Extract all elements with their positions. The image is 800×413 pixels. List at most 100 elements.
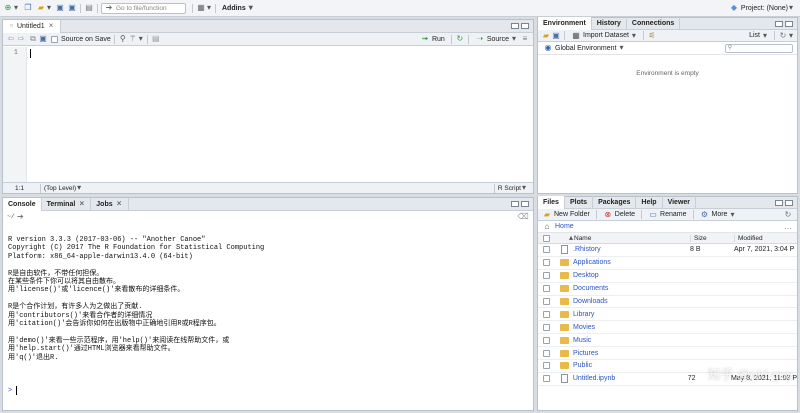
file-row[interactable]: Library [538,308,797,322]
file-name[interactable]: Pictures [573,350,686,357]
file-row[interactable]: Movies [538,321,797,335]
load-workspace-icon[interactable]: ▰ [541,31,551,41]
tab-plots[interactable]: Plots [565,196,594,209]
goto-file-input[interactable]: ➔ Go to file/function [101,2,186,14]
save-all-icon[interactable]: ▣ [67,3,77,13]
minimize-icon[interactable] [775,20,783,27]
file-row[interactable]: Documents [538,283,797,296]
save-icon[interactable]: ▣ [38,34,48,44]
console-output[interactable]: R version 3.3.3 (2017-03-06) -- "Another… [3,222,533,362]
tab-console[interactable]: Console [3,197,42,211]
environment-search-input[interactable]: ⚲ [725,43,793,53]
run-button[interactable]: ➟ Run [417,34,448,44]
rename-button[interactable]: ▭ Rename [645,210,689,220]
file-checkbox[interactable] [543,246,550,254]
maximize-icon[interactable] [785,199,793,206]
close-tab-icon[interactable]: × [78,199,85,209]
tab-terminal[interactable]: Terminal × [42,197,92,211]
file-row[interactable]: Pictures [538,347,797,361]
tab-files[interactable]: Files [538,196,565,209]
tab-untitled1[interactable]: ▫ Untitled1 × [3,19,61,33]
tab-help[interactable]: Help [636,196,663,209]
pane-window-controls[interactable] [775,199,793,206]
file-name[interactable]: Library [573,311,686,318]
maximize-icon[interactable] [521,201,529,207]
go-to-directory-icon[interactable]: ➔ [17,212,24,222]
file-name[interactable]: Untitled.ipynb [573,375,685,382]
refresh-icon[interactable]: ↻ [783,210,793,220]
file-checkbox[interactable] [543,375,550,383]
dropdown-arrow-icon[interactable]: ▾ [46,3,52,13]
dropdown-arrow-icon[interactable]: ▾ [13,3,19,13]
file-row[interactable]: .Rhistory 8 B Apr 7, 2021, 3:04 P [538,244,797,257]
file-checkbox[interactable] [543,272,550,280]
select-all-checkbox[interactable] [543,234,550,242]
project-menu[interactable]: ◆ Project: (None) ▾ [729,3,794,13]
source-on-save-checkbox[interactable] [51,35,58,43]
new-folder-button[interactable]: ▰ New Folder [539,210,593,220]
file-row[interactable]: Music [538,334,797,348]
pane-window-controls[interactable] [511,23,529,29]
file-name[interactable]: Applications [573,259,686,266]
file-checkbox[interactable] [543,362,550,370]
tab-packages[interactable]: Packages [593,196,637,209]
file-name[interactable]: Documents [573,285,686,292]
global-environment-selector[interactable]: ◉ Global Environment ▾ [540,43,627,53]
scope-selector[interactable]: (Top Level) [44,185,76,192]
pane-window-controls[interactable] [511,201,529,207]
pane-window-controls[interactable] [775,20,793,27]
compile-report-icon[interactable]: ▤ [151,34,161,44]
rerun-icon[interactable]: ↻ [455,34,465,44]
maximize-icon[interactable] [785,20,793,27]
file-type-selector[interactable]: R Script [498,185,521,192]
print-icon[interactable]: ▤ [84,3,94,13]
back-arrow-icon[interactable]: ⇦ [6,34,16,44]
delete-button[interactable]: ⊗ Delete [600,210,638,220]
home-icon[interactable]: ⌂ [542,222,552,232]
file-checkbox[interactable] [543,285,550,293]
chevron-down-icon[interactable]: ▾ [138,34,144,44]
column-size[interactable]: Size [690,234,734,242]
column-name[interactable]: Name [574,235,690,242]
forward-arrow-icon[interactable]: ⇨ [16,34,26,44]
chevron-down-icon[interactable]: ▾ [521,183,527,193]
close-tab-icon[interactable]: × [48,21,55,31]
ellipsis-icon[interactable]: … [783,222,793,232]
close-tab-icon[interactable]: × [116,199,123,209]
tab-viewer[interactable]: Viewer [663,196,697,209]
file-row[interactable]: Desktop [538,270,797,283]
save-icon[interactable]: ▣ [55,3,65,13]
show-in-window-icon[interactable]: ⧉ [28,34,38,44]
chevron-down-icon[interactable]: ▾ [76,183,82,193]
list-view-selector[interactable]: List ▾ [746,31,771,41]
tab-jobs[interactable]: Jobs × [91,197,129,211]
new-file-icon[interactable]: ⊕ [3,3,13,13]
file-name[interactable]: Music [573,337,686,344]
tab-history[interactable]: History [592,17,627,30]
minimize-icon[interactable] [511,23,519,29]
tab-environment[interactable]: Environment [538,17,592,30]
outline-icon[interactable]: ≡ [520,34,530,44]
wand-icon[interactable]: ⚚ [128,34,138,44]
new-project-icon[interactable]: ❐ [23,3,33,13]
breadcrumb-home[interactable]: Home [555,223,574,230]
refresh-icon[interactable]: ↻ [778,31,788,41]
file-name[interactable]: Downloads [573,298,686,305]
console-input-line[interactable]: > [8,386,18,395]
dropdown-arrow-icon[interactable]: ▾ [206,3,212,13]
minimize-icon[interactable] [511,201,519,207]
minimize-icon[interactable] [775,199,783,206]
file-name[interactable]: Public [573,362,686,369]
file-checkbox[interactable] [543,349,550,357]
open-file-icon[interactable]: ▰ [36,3,46,13]
file-checkbox[interactable] [543,310,550,318]
import-dataset-button[interactable]: ▦ Import Dataset ▾ [568,31,640,41]
source-button[interactable]: ➝ Source ▾ [472,34,520,44]
file-checkbox[interactable] [543,298,550,305]
grid-layout-icon[interactable]: ▦ [196,3,206,13]
file-row[interactable]: Downloads [538,296,797,309]
clear-console-icon[interactable]: ⌫ [517,212,528,222]
file-checkbox[interactable] [543,259,550,267]
column-modified[interactable]: Modified [734,234,763,242]
addins-menu[interactable]: Addins ▾ [219,3,257,13]
